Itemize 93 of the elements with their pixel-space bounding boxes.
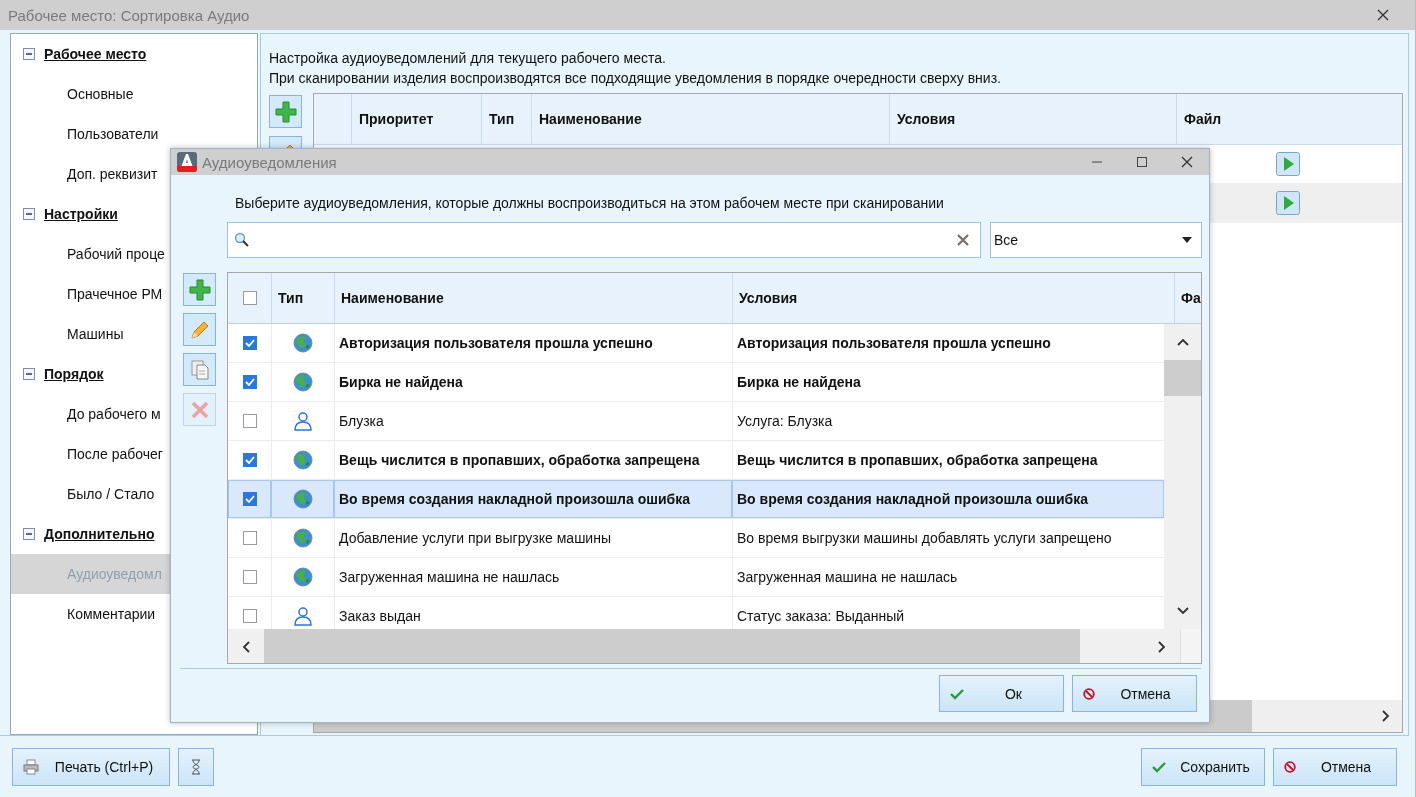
table-cell: Авторизация пользователя прошла успешно [334,324,732,362]
print-button[interactable]: Печать (Ctrl+P) [12,747,170,786]
column-header: Наименование [531,94,889,144]
collapse-icon[interactable] [23,368,35,380]
cancel-icon [1284,760,1296,773]
globe-icon [292,489,313,509]
add-button[interactable] [183,273,216,306]
checkbox[interactable] [242,375,257,389]
table-cell: Блузка [334,402,732,440]
table-cell: Бирка не найдена [334,363,732,401]
column-header: Файл [1176,94,1402,144]
play-icon[interactable] [1275,191,1300,215]
maximize-icon[interactable] [1135,156,1148,168]
globe-icon [293,372,313,392]
table-row[interactable]: Загруженная машина не нашлась Загруженная машина не нашлась [228,558,1164,597]
sidebar-group[interactable]: Рабочее место [44,46,147,62]
collapse-icon[interactable] [23,528,35,540]
close-icon[interactable] [1377,9,1389,21]
column-header: Приоритет [351,94,481,144]
cancel-button[interactable]: Отмена [1072,675,1197,712]
sidebar-item[interactable]: Основные [11,74,257,114]
person-icon [293,606,313,626]
plus-icon [188,278,211,301]
table-cell: Вещь числится в пропавших, обработка запрещена [334,441,732,479]
table-row[interactable]: Добавление услуги при выгрузке машины Во время выгрузки машины добавлять услуги запрещено [228,519,1164,558]
table-cell: Во время создания накладной произошла ошибка [334,480,732,518]
checkbox[interactable] [242,570,257,584]
checkbox[interactable] [242,291,257,305]
table-row[interactable]: Авторизация пользователя прошла успешно Авторизация пользователя прошла успешно [228,324,1164,363]
window-title: Аудиоуведомления [202,153,337,171]
checkbox[interactable] [242,492,257,506]
globe-icon [293,333,313,353]
table-row[interactable]: Блузка Услуга: Блузка [228,402,1164,441]
scroll-left-icon[interactable] [242,641,250,653]
close-icon[interactable] [1180,156,1193,168]
add-button[interactable] [269,95,302,128]
window-title: Рабочее место: Сортировка Аудио [8,6,250,24]
check-icon [950,687,964,700]
clear-icon[interactable] [956,233,970,247]
scroll-right-icon[interactable] [1158,641,1166,653]
column-header: Условия [732,273,1174,323]
filter-dropdown[interactable]: Все [990,222,1202,258]
collapse-icon[interactable] [23,208,35,220]
copy-icon [188,358,211,381]
collapse-icon[interactable] [23,48,35,60]
table-row[interactable]: Бирка не найдена Бирка не найдена [228,363,1164,402]
sidebar-group[interactable]: Настройки [44,206,118,222]
checkbox[interactable] [242,609,257,623]
edit-button[interactable] [183,313,216,346]
checkbox[interactable] [242,453,257,467]
app-logo-icon [177,152,197,172]
table-cell: Загруженная машина не нашлась [334,558,732,596]
column-header: Условия [889,94,1176,144]
instruction-text: Выберите аудиоуведомления, которые должны воспроизводиться на этом рабочем месте при сканировании [235,194,944,213]
plus-icon [274,100,297,123]
vertical-scrollbar[interactable] [1164,324,1201,629]
scroll-right-icon[interactable] [1382,710,1390,722]
search-icon [234,232,250,248]
person-icon [293,411,313,431]
globe-icon [293,567,313,587]
check-icon [1152,760,1166,773]
caret-icon [1182,237,1192,243]
description-text: Настройка аудиоуведомлений для текущего рабочего места. [269,49,667,68]
sidebar-group[interactable]: Дополнительно [44,526,155,542]
cancel-icon [1083,687,1095,700]
hourglass-button[interactable] [178,747,214,786]
globe-icon [293,450,313,470]
play-icon[interactable] [1275,152,1300,176]
sidebar-item[interactable]: Пользователи [11,114,257,154]
hourglass-icon [191,758,201,775]
checkbox[interactable] [242,414,257,428]
table-cell: Добавление услуги при выгрузке машины [334,519,732,557]
sidebar-group[interactable]: Порядок [44,366,104,382]
globe-icon [293,528,313,548]
search-field[interactable] [227,222,981,258]
checkbox[interactable] [242,531,257,545]
table-cell: Во время создания накладной произошла ошибка [732,480,1164,518]
description-text: При сканировании изделия воспроизводятся все подходящие уведомления в порядке очередности сверху вниз. [269,69,1002,88]
table-row[interactable]: Во время создания накладной произошла ошибка Во время создания накладной произошла ошибка [228,480,1164,519]
ok-button[interactable]: Ок [939,675,1064,712]
column-header: Тип [271,273,334,323]
save-button[interactable]: Сохранить [1141,747,1265,786]
printer-icon [23,758,39,775]
table-row[interactable]: Вещь числится в пропавших, обработка запрещена Вещь числится в пропавших, обработка запрещена [228,441,1164,480]
scroll-down-icon[interactable] [1176,607,1189,615]
cancel-button[interactable]: Отмена [1273,747,1397,786]
checkbox[interactable] [242,336,257,350]
scroll-up-icon[interactable] [1176,338,1189,346]
scrollbar-thumb[interactable] [1164,360,1201,396]
column-header: Фа [1174,273,1201,323]
column-header: Тип [481,94,531,144]
copy-button[interactable] [183,353,216,386]
column-header: Наименование [334,273,732,323]
